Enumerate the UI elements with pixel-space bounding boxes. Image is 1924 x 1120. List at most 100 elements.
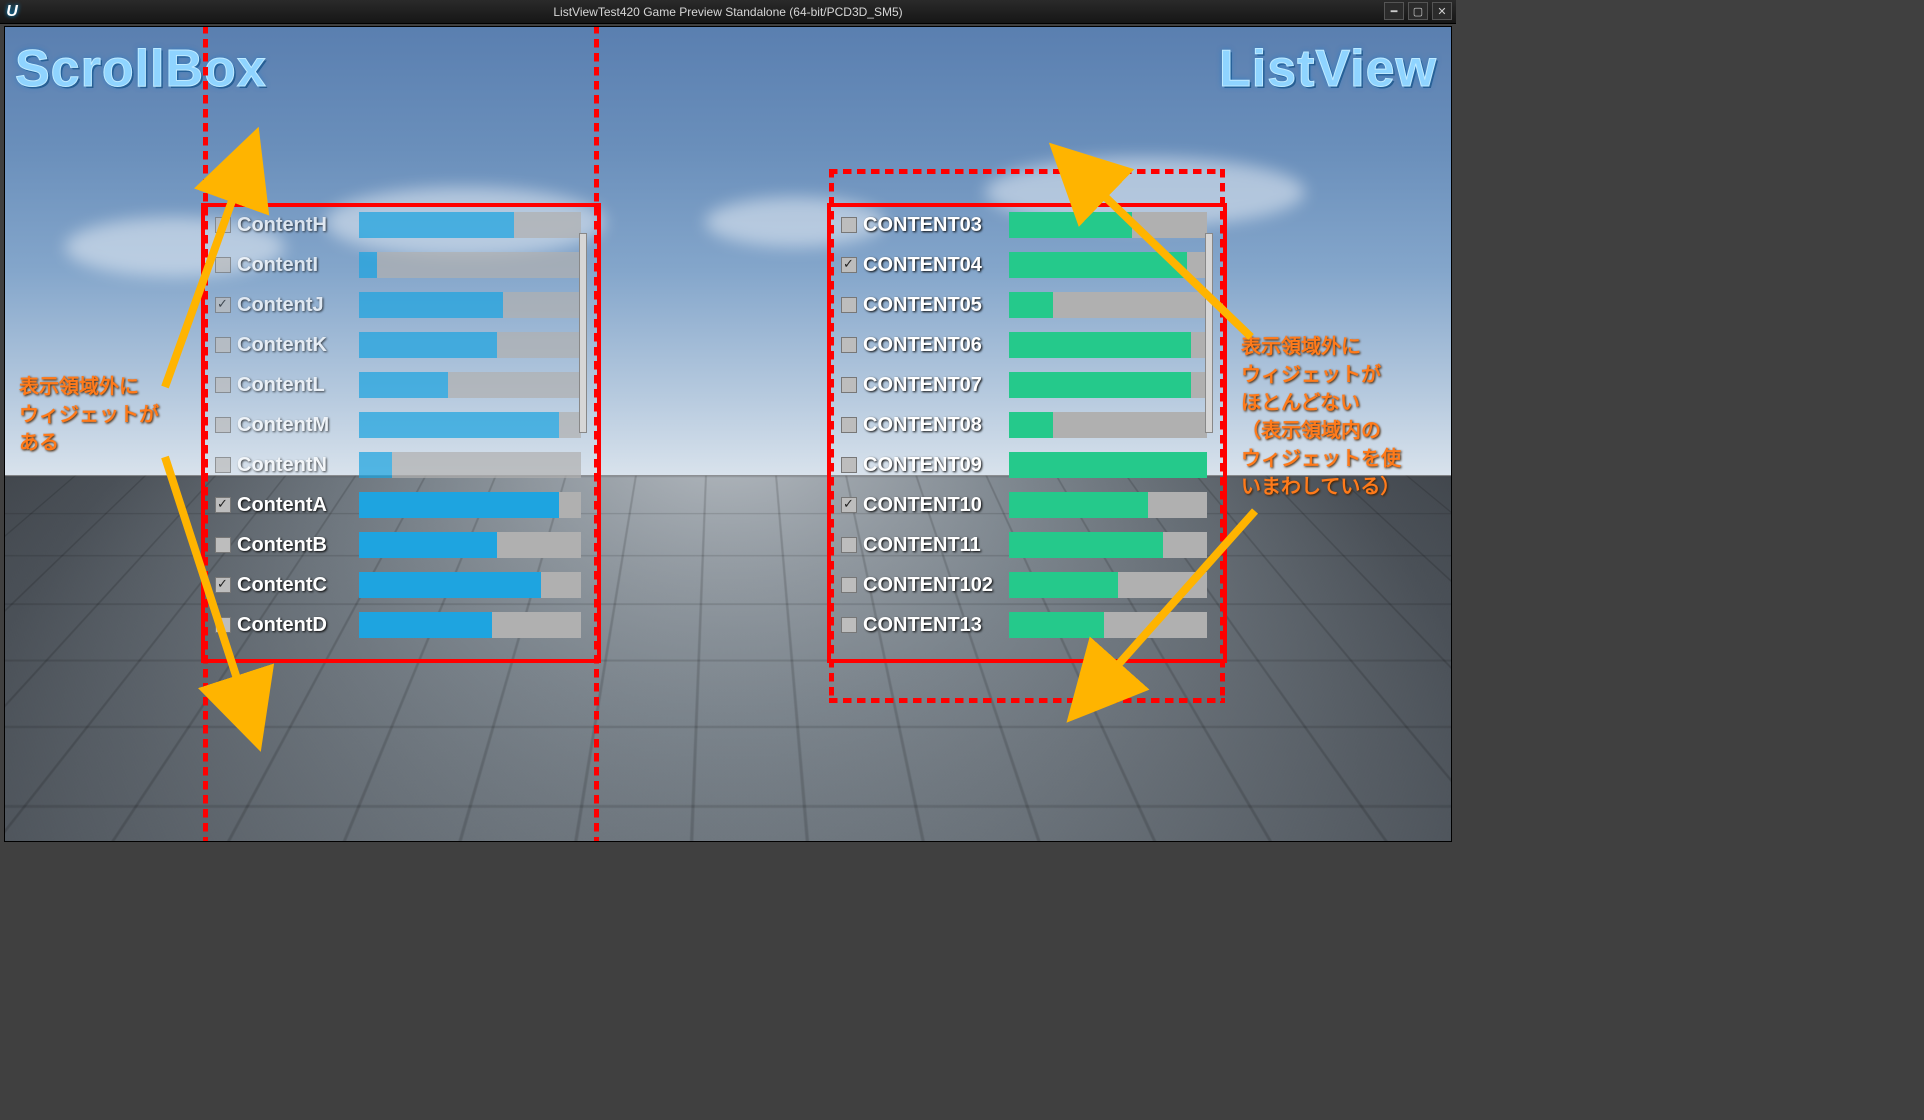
- listview-list[interactable]: CONTENT03 CONTENT04 CONTENT05 CONTENT06 CONT…: [837, 205, 1211, 645]
- item-label: CONTENT09: [863, 454, 1003, 477]
- checkbox[interactable]: [841, 457, 857, 473]
- checkbox[interactable]: [215, 617, 231, 633]
- item-label: CONTENT05: [863, 294, 1003, 317]
- checkbox[interactable]: [215, 217, 231, 233]
- progress-bar: [1009, 492, 1207, 518]
- item-label: CONTENT13: [863, 614, 1003, 637]
- progress-bar: [359, 532, 581, 558]
- scrollbox-scrollbar-thumb[interactable]: [579, 233, 587, 433]
- checkbox[interactable]: [841, 577, 857, 593]
- list-item[interactable]: ContentA: [215, 485, 581, 525]
- list-item[interactable]: ContentI: [215, 245, 581, 285]
- item-label: ContentA: [237, 494, 353, 517]
- list-item[interactable]: CONTENT06: [841, 325, 1207, 365]
- progress-bar: [1009, 332, 1207, 358]
- checkbox[interactable]: [841, 377, 857, 393]
- item-label: CONTENT04: [863, 254, 1003, 277]
- scrollbox-list[interactable]: ContentH ContentI ContentJ ContentK ContentL…: [211, 205, 585, 645]
- checkbox[interactable]: [841, 297, 857, 313]
- list-item[interactable]: CONTENT13: [841, 605, 1207, 645]
- progress-bar: [359, 572, 581, 598]
- list-item[interactable]: ContentM: [215, 405, 581, 445]
- progress-bar: [359, 412, 581, 438]
- item-label: ContentH: [237, 214, 353, 237]
- minimize-button[interactable]: ━: [1384, 2, 1404, 20]
- progress-bar: [1009, 212, 1207, 238]
- progress-bar: [359, 292, 581, 318]
- item-label: ContentN: [237, 454, 353, 477]
- maximize-button[interactable]: ▢: [1408, 2, 1428, 20]
- game-viewport: ScrollBox ListView ContentHContentIConte…: [4, 26, 1452, 842]
- close-button[interactable]: ✕: [1432, 2, 1452, 20]
- progress-bar: [1009, 412, 1207, 438]
- item-label: ContentI: [237, 254, 353, 277]
- checkbox[interactable]: [215, 337, 231, 353]
- list-item[interactable]: ContentD: [215, 605, 581, 645]
- checkbox[interactable]: [215, 257, 231, 273]
- progress-bar: [1009, 372, 1207, 398]
- item-label: CONTENT10: [863, 494, 1003, 517]
- list-item[interactable]: ContentB: [215, 525, 581, 565]
- list-item[interactable]: ContentC: [215, 565, 581, 605]
- item-label: CONTENT08: [863, 414, 1003, 437]
- progress-bar: [359, 612, 581, 638]
- progress-bar: [359, 332, 581, 358]
- window-title: ListViewTest420 Game Preview Standalone …: [553, 5, 902, 19]
- checkbox[interactable]: [215, 537, 231, 553]
- checkbox[interactable]: [841, 257, 857, 273]
- listview-scrollbar-thumb[interactable]: [1205, 233, 1213, 433]
- checkbox[interactable]: [841, 617, 857, 633]
- progress-bar: [1009, 532, 1207, 558]
- checkbox[interactable]: [841, 217, 857, 233]
- list-item[interactable]: ContentN: [215, 445, 581, 485]
- checkbox[interactable]: [841, 537, 857, 553]
- checkbox[interactable]: [215, 417, 231, 433]
- progress-bar: [359, 492, 581, 518]
- progress-bar: [359, 452, 581, 478]
- progress-bar: [1009, 252, 1207, 278]
- list-item[interactable]: CONTENT10: [841, 485, 1207, 525]
- annotation-left: 表示領域外に ウィジェットが ある: [19, 373, 159, 457]
- list-item[interactable]: CONTENT09: [841, 445, 1207, 485]
- item-label: ContentM: [237, 414, 353, 437]
- checkbox[interactable]: [215, 377, 231, 393]
- item-label: ContentB: [237, 534, 353, 557]
- item-label: CONTENT03: [863, 214, 1003, 237]
- checkbox[interactable]: [215, 577, 231, 593]
- checkbox[interactable]: [215, 297, 231, 313]
- progress-bar: [1009, 452, 1207, 478]
- item-label: ContentD: [237, 614, 353, 637]
- list-item[interactable]: CONTENT07: [841, 365, 1207, 405]
- checkbox[interactable]: [215, 457, 231, 473]
- list-item[interactable]: CONTENT03: [841, 205, 1207, 245]
- list-item[interactable]: ContentH: [215, 205, 581, 245]
- list-item[interactable]: ContentL: [215, 365, 581, 405]
- annotation-right: 表示領域外に ウィジェットが ほとんどない （表示領域内の ウィジェットを使 い…: [1241, 333, 1401, 501]
- progress-bar: [359, 252, 581, 278]
- checkbox[interactable]: [841, 337, 857, 353]
- list-item[interactable]: CONTENT11: [841, 525, 1207, 565]
- checkbox[interactable]: [841, 497, 857, 513]
- item-label: ContentC: [237, 574, 353, 597]
- listview-heading: ListView: [1219, 39, 1437, 99]
- app-logo-icon: U: [0, 0, 24, 24]
- item-label: CONTENT06: [863, 334, 1003, 357]
- checkbox[interactable]: [215, 497, 231, 513]
- progress-bar: [1009, 612, 1207, 638]
- item-label: ContentL: [237, 374, 353, 397]
- item-label: ContentK: [237, 334, 353, 357]
- list-item[interactable]: ContentK: [215, 325, 581, 365]
- list-item[interactable]: CONTENT08: [841, 405, 1207, 445]
- item-label: CONTENT07: [863, 374, 1003, 397]
- list-item[interactable]: ContentJ: [215, 285, 581, 325]
- checkbox[interactable]: [841, 417, 857, 433]
- list-item[interactable]: CONTENT05: [841, 285, 1207, 325]
- list-item[interactable]: CONTENT102: [841, 565, 1207, 605]
- progress-bar: [1009, 292, 1207, 318]
- progress-bar: [359, 372, 581, 398]
- item-label: ContentJ: [237, 294, 353, 317]
- item-label: CONTENT102: [863, 574, 1003, 597]
- progress-bar: [359, 212, 581, 238]
- titlebar: U ListViewTest420 Game Preview Standalon…: [0, 0, 1456, 24]
- list-item[interactable]: CONTENT04: [841, 245, 1207, 285]
